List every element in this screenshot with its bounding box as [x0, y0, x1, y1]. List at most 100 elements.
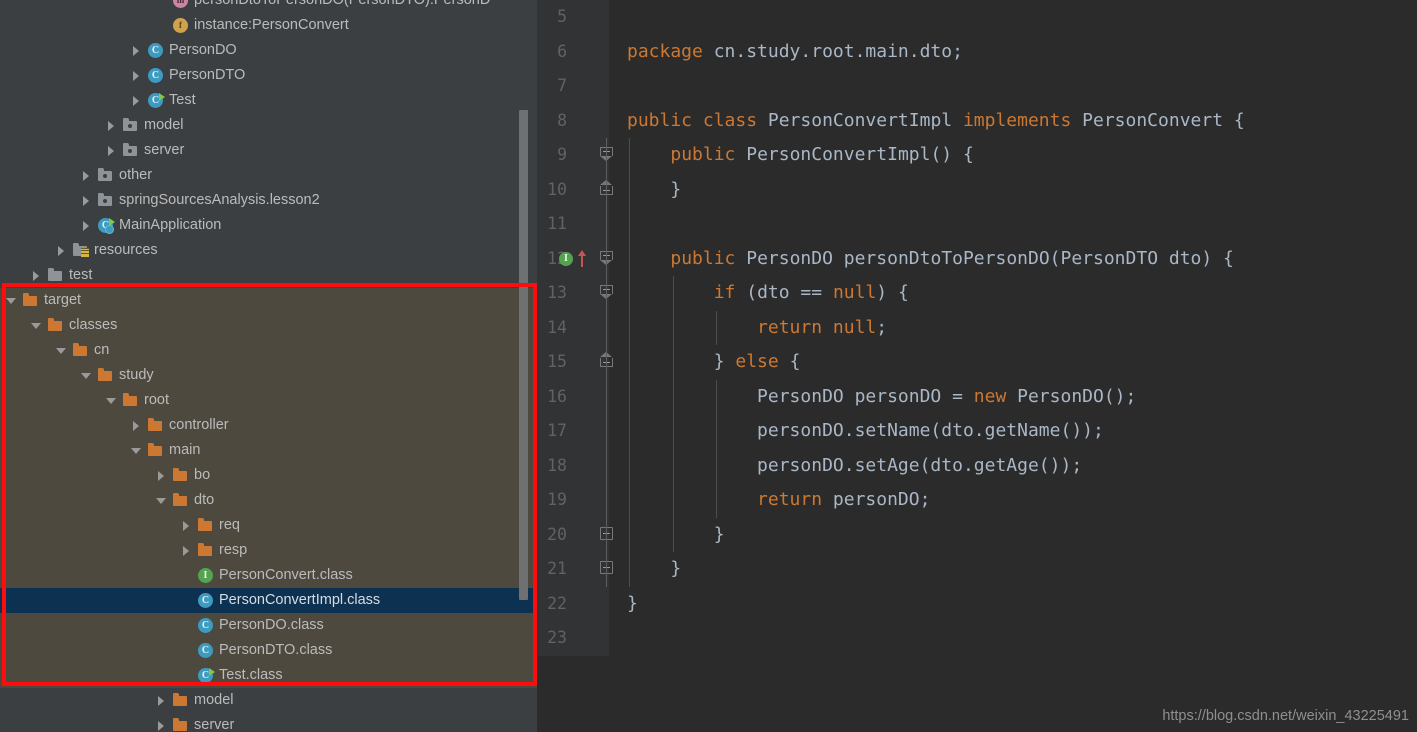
code-line[interactable]: 14 return null;: [537, 310, 1417, 345]
tree-item-persondto-class[interactable]: C PersonDTO.class: [0, 638, 537, 663]
editor-gutter[interactable]: 5: [537, 0, 609, 35]
tree-item-root[interactable]: root: [0, 388, 537, 413]
tree-item-server[interactable]: server: [0, 713, 537, 732]
code-text[interactable]: }: [609, 172, 1417, 207]
chevron-right-icon[interactable]: [81, 220, 92, 231]
code-text[interactable]: public PersonConvertImpl() {: [609, 138, 1417, 173]
editor-gutter[interactable]: 11: [537, 207, 609, 242]
code-text[interactable]: } else {: [609, 345, 1417, 380]
code-line[interactable]: 18 personDO.setAge(dto.getAge());: [537, 448, 1417, 483]
chevron-right-icon[interactable]: [81, 195, 92, 206]
tree-item-persondo[interactable]: C PersonDO: [0, 38, 537, 63]
chevron-right-icon[interactable]: [131, 95, 142, 106]
chevron-right-icon[interactable]: [181, 520, 192, 531]
chevron-down-icon[interactable]: [56, 345, 67, 356]
code-text[interactable]: personDO.setName(dto.getName());: [609, 414, 1417, 449]
chevron-right-icon[interactable]: [156, 470, 167, 481]
chevron-right-icon[interactable]: [131, 45, 142, 56]
chevron-down-icon[interactable]: [106, 395, 117, 406]
tree-item-persondtotopersondo-persondto-persond[interactable]: m personDtoToPersonDO(PersonDTO):PersonD: [0, 0, 537, 13]
code-text[interactable]: return null;: [609, 310, 1417, 345]
code-line[interactable]: 10 }: [537, 172, 1417, 207]
code-line[interactable]: 20 }: [537, 517, 1417, 552]
code-text[interactable]: if (dto == null) {: [609, 276, 1417, 311]
code-text[interactable]: return personDO;: [609, 483, 1417, 518]
tree-item-springsourcesanalysis-lesson2[interactable]: springSourcesAnalysis.lesson2: [0, 188, 537, 213]
overrides-arrow-icon[interactable]: [578, 249, 587, 267]
editor-gutter[interactable]: 12 I: [537, 241, 613, 276]
editor-gutter[interactable]: 6: [537, 34, 609, 69]
tree-item-cn[interactable]: cn: [0, 338, 537, 363]
tree-item-model[interactable]: model: [0, 688, 537, 713]
editor-gutter[interactable]: 7: [537, 69, 609, 104]
code-text[interactable]: PersonDO personDO = new PersonDO();: [609, 379, 1417, 414]
code-text[interactable]: [609, 621, 1417, 656]
chevron-down-icon[interactable]: [81, 370, 92, 381]
code-line[interactable]: 8 public class PersonConvertImpl implemen…: [537, 103, 1417, 139]
tree-scrollbar-thumb[interactable]: [519, 110, 528, 600]
code-line[interactable]: 6 package cn.study.root.main.dto;: [537, 34, 1417, 70]
editor-gutter[interactable]: 15: [537, 345, 613, 380]
code-text[interactable]: public PersonDO personDtoToPersonDO(Pers…: [609, 241, 1417, 276]
tree-item-dto[interactable]: dto: [0, 488, 537, 513]
chevron-right-icon[interactable]: [56, 245, 67, 256]
chevron-right-icon[interactable]: [106, 145, 117, 156]
tree-item-test-class[interactable]: C Test.class: [0, 663, 537, 688]
project-tree-panel[interactable]: m personDtoToPersonDO(PersonDTO):PersonD f…: [0, 0, 537, 732]
code-line[interactable]: 21 }: [537, 552, 1417, 587]
tree-item-mainapplication[interactable]: C MainApplication: [0, 213, 537, 238]
code-text[interactable]: [609, 0, 1417, 35]
tree-item-test[interactable]: test: [0, 263, 537, 288]
code-line[interactable]: 13 if (dto == null) {: [537, 276, 1417, 311]
chevron-right-icon[interactable]: [181, 545, 192, 556]
editor-gutter[interactable]: 16: [537, 379, 609, 414]
tree-item-server[interactable]: server: [0, 138, 537, 163]
editor-gutter[interactable]: 23: [537, 621, 609, 656]
tree-item-other[interactable]: other: [0, 163, 537, 188]
editor-gutter[interactable]: 22: [537, 586, 609, 621]
tree-item-main[interactable]: main: [0, 438, 537, 463]
tree-item-study[interactable]: study: [0, 363, 537, 388]
code-line[interactable]: 12 I public PersonDO personDtoToPersonDO(…: [537, 241, 1417, 276]
code-text[interactable]: [609, 207, 1417, 242]
chevron-right-icon[interactable]: [131, 420, 142, 431]
tree-item-personconvertimpl-class[interactable]: C PersonConvertImpl.class: [0, 588, 537, 613]
code-line[interactable]: 23: [537, 621, 1417, 656]
tree-item-persondo-class[interactable]: C PersonDO.class: [0, 613, 537, 638]
chevron-down-icon[interactable]: [6, 295, 17, 306]
chevron-right-icon[interactable]: [156, 695, 167, 706]
editor-gutter[interactable]: 14: [537, 310, 609, 345]
chevron-down-icon[interactable]: [131, 445, 142, 456]
code-line[interactable]: 15 } else {: [537, 345, 1417, 380]
editor-gutter[interactable]: 19: [537, 483, 609, 518]
tree-item-classes[interactable]: classes: [0, 313, 537, 338]
code-text[interactable]: }: [609, 552, 1417, 587]
tree-item-instance-personconvert[interactable]: f instance:PersonConvert: [0, 13, 537, 38]
chevron-down-icon[interactable]: [31, 320, 42, 331]
tree-item-persondto[interactable]: C PersonDTO: [0, 63, 537, 88]
code-line[interactable]: 5: [537, 0, 1417, 35]
code-line[interactable]: 22}: [537, 586, 1417, 621]
tree-item-controller[interactable]: controller: [0, 413, 537, 438]
tree-scrollbar-track[interactable]: [519, 0, 528, 732]
editor-gutter[interactable]: 20: [537, 517, 613, 552]
code-text[interactable]: personDO.setAge(dto.getAge());: [609, 448, 1417, 483]
tree-item-bo[interactable]: bo: [0, 463, 537, 488]
editor-gutter[interactable]: 13: [537, 276, 613, 311]
chevron-right-icon[interactable]: [81, 170, 92, 181]
code-text[interactable]: [609, 69, 1417, 104]
tree-item-target[interactable]: target: [0, 288, 537, 313]
code-text[interactable]: public class PersonConvertImpl implement…: [609, 104, 1417, 139]
code-text[interactable]: package cn.study.root.main.dto;: [609, 35, 1417, 70]
editor-gutter[interactable]: 10: [537, 172, 613, 207]
tree-item-personconvert-class[interactable]: I PersonConvert.class: [0, 563, 537, 588]
tree-item-req[interactable]: req: [0, 513, 537, 538]
editor-gutter[interactable]: 18: [537, 448, 609, 483]
code-text[interactable]: }: [609, 517, 1417, 552]
chevron-right-icon[interactable]: [156, 720, 167, 731]
chevron-right-icon[interactable]: [106, 120, 117, 131]
editor-gutter[interactable]: 21: [537, 552, 613, 587]
code-editor[interactable]: 5 6 package cn.study.root.main.dto; 7 8 publi…: [537, 0, 1417, 732]
code-line[interactable]: 9 public PersonConvertImpl() {: [537, 138, 1417, 173]
editor-gutter[interactable]: 8: [537, 103, 609, 138]
